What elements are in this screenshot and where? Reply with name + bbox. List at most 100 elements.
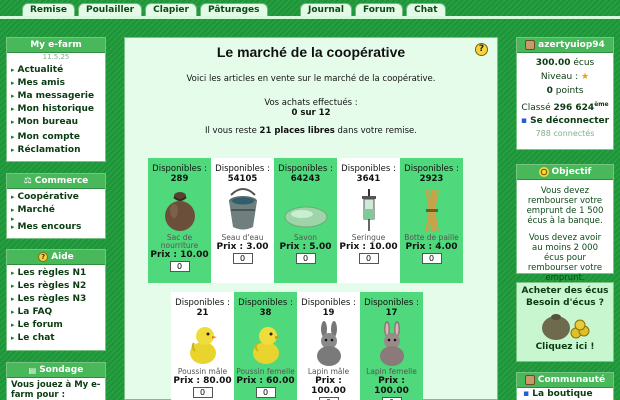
chick-icon (178, 321, 228, 367)
intro-text: Voici les articles en vente sur le march… (186, 74, 436, 84)
page-title: Le marché de la coopérative (216, 44, 406, 60)
objective-panel-title: Objectif (551, 166, 592, 177)
logout-icon: ▪ (520, 116, 528, 126)
product-cell: Disponibles : 19 Lapin mâle Prix : 100.0… (297, 292, 360, 400)
help-icon: ? (38, 252, 49, 262)
objective-text-2: Vous devez avoir au moins 2 000 écus pou… (527, 233, 603, 283)
logout-link[interactable]: ▪ Se déconnecter (517, 115, 613, 128)
menu-regles-n2[interactable]: Les règles N2 (11, 280, 101, 293)
quantity-input[interactable] (421, 253, 442, 264)
product-name: Seringue (351, 233, 386, 242)
community-panel-title: Communauté (537, 374, 606, 385)
tab-remise[interactable]: Remise (22, 3, 75, 17)
sack-icon (155, 187, 205, 233)
menu-bureau[interactable]: Mon bureau (11, 116, 101, 129)
menu-faq[interactable]: La FAQ (11, 306, 101, 319)
tab-chat[interactable]: Chat (406, 3, 446, 17)
points-unit: points (552, 86, 584, 96)
product-cell: Disponibles : 21 Poussin mâle Prix : 80.… (171, 292, 234, 400)
menu-historique[interactable]: Mon historique (11, 103, 101, 116)
product-name: Sac de nourriture (160, 233, 199, 250)
rank-suffix: ème (594, 101, 609, 108)
product-price: Prix : 60.00 (236, 376, 295, 386)
avatar-icon (525, 40, 536, 50)
user-panel-header: azertyuiop94 (517, 38, 613, 53)
menu-mes-amis[interactable]: Mes amis (11, 77, 101, 90)
tab-bar-line (0, 16, 620, 19)
buy-ecus-cta[interactable]: Cliquez ici ! (517, 341, 613, 353)
commerce-panel-header: ⚖ Commerce (7, 174, 105, 189)
available-count: 17 (385, 308, 398, 318)
quantity-input[interactable] (192, 387, 213, 398)
product-price: Prix : 10.00 (339, 242, 398, 252)
available-label: Disponibles : (364, 298, 419, 308)
community-icon (524, 375, 535, 385)
sondage-panel-header: ▤ Sondage (7, 363, 105, 378)
efarm-panel: My e-farm 11.5.25 Actualité Mes amis Ma … (6, 37, 106, 162)
logout-label: Se déconnecter (530, 116, 610, 126)
cooperative-market: Le marché de la coopérative ? Voici les … (124, 37, 498, 400)
objective-panel: Objectif Vous devez rembourser votre emp… (516, 164, 614, 283)
rabbit-icon (304, 321, 354, 367)
level-star-icon: ★ (581, 72, 590, 82)
menu-messagerie[interactable]: Ma messagerie (11, 90, 101, 103)
menu-mes-encours[interactable]: Mes encours (11, 221, 101, 234)
quantity-input[interactable] (358, 253, 379, 264)
quantity-input[interactable] (295, 253, 316, 264)
product-price: Prix : 3.00 (216, 242, 269, 252)
shop-link[interactable]: ▪ La boutique (517, 388, 613, 400)
username: azertyuiop94 (538, 39, 605, 50)
available-label: Disponibles : (404, 164, 459, 174)
products-row-2: Disponibles : 21 Poussin mâle Prix : 80.… (171, 292, 423, 400)
shop-link-label: La boutique (532, 389, 593, 399)
shop-link-icon: ▪ (523, 389, 530, 399)
available-label: Disponibles : (341, 164, 396, 174)
available-label: Disponibles : (152, 164, 207, 174)
tab-forum[interactable]: Forum (354, 3, 404, 17)
product-price: Prix : 80.00 (173, 376, 232, 386)
menu-actualite[interactable]: Actualité (11, 64, 101, 77)
menu-regles-n1[interactable]: Les règles N1 (11, 267, 101, 280)
available-label: Disponibles : (238, 298, 293, 308)
product-name: Seau d'eau (221, 233, 264, 242)
menu-forum[interactable]: Le forum (11, 319, 101, 332)
product-name: Savon (293, 233, 318, 242)
points-line: 0 points (517, 84, 613, 98)
available-count: 54105 (227, 174, 258, 184)
menu-reclamation[interactable]: Réclamation (11, 144, 101, 157)
commerce-panel: ⚖ Commerce Coopérative Marché Mes encour… (6, 173, 106, 239)
available-label: Disponibles : (278, 164, 333, 174)
quantity-input[interactable] (169, 261, 190, 272)
product-name: Lapin mâle (307, 367, 350, 376)
tab-paturages[interactable]: Pâturages (199, 3, 268, 17)
money-value: 300.00 (535, 58, 571, 68)
tab-poulailler[interactable]: Poulailler (77, 3, 143, 17)
commerce-icon: ⚖ (23, 175, 32, 186)
efarm-menu: Actualité Mes amis Ma messagerie Mon his… (7, 62, 105, 131)
rank-label: Classé (521, 103, 554, 113)
menu-chat[interactable]: Le chat (11, 332, 101, 345)
menu-regles-n3[interactable]: Les règles N3 (11, 293, 101, 306)
product-price: Prix : 10.00 (150, 250, 209, 260)
tab-journal[interactable]: Journal (300, 3, 352, 17)
help-icon[interactable]: ? (475, 43, 488, 56)
aide-menu: Les règles N1 Les règles N2 Les règles N… (7, 265, 105, 347)
quantity-input[interactable] (255, 387, 276, 398)
product-name: Poussin femelle (236, 367, 295, 376)
sondage-question: Vous jouez à My e-farm pour : (11, 380, 101, 400)
level-label: Niveau : (540, 72, 581, 82)
product-price: Prix : 100.00 (311, 376, 346, 396)
money-unit: écus (570, 58, 595, 68)
product-cell: Disponibles : 3641 Seringue Prix : 10.00 (337, 158, 400, 283)
buy-ecus-title: Acheter des écus (521, 286, 609, 296)
available-count: 64243 (290, 174, 321, 184)
user-panel: azertyuiop94 300.00 écus Niveau : ★ 0 po… (516, 37, 614, 150)
menu-cooperative[interactable]: Coopérative (11, 191, 101, 204)
commerce-menu: Coopérative Marché Mes encours (7, 189, 105, 236)
quantity-input[interactable] (232, 253, 253, 264)
buy-ecus-panel[interactable]: Acheter des écus Besoin d'écus ? Cliquez… (516, 282, 614, 362)
menu-compte[interactable]: Mon compte (11, 131, 101, 144)
menu-marche[interactable]: Marché (11, 204, 101, 217)
tab-clapier[interactable]: Clapier (145, 3, 197, 17)
aide-panel-title: Aide (51, 251, 74, 262)
